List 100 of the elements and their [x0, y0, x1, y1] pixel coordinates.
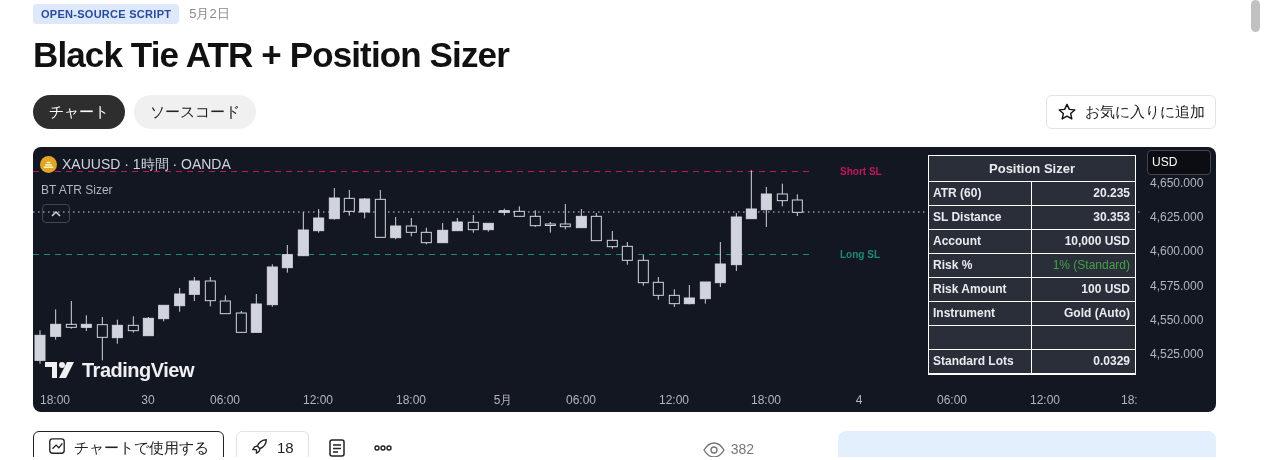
collapse-button[interactable] — [42, 204, 70, 223]
candlestick — [34, 329, 46, 365]
candlestick — [204, 276, 216, 307]
indicator-name[interactable]: BT ATR Sizer — [41, 181, 113, 199]
time-axis-label: 5月 — [493, 392, 513, 409]
star-icon — [1057, 102, 1077, 122]
candlestick — [714, 241, 726, 288]
logo-icon — [45, 361, 75, 379]
candlestick — [668, 288, 680, 308]
publish-date: 5月2日 — [189, 5, 230, 24]
candlestick — [621, 241, 633, 266]
candlestick — [343, 189, 355, 217]
candlestick — [498, 208, 510, 216]
candlestick — [250, 293, 262, 333]
candlestick — [559, 203, 571, 230]
time-axis-label: 12:00 — [1030, 392, 1060, 409]
candlestick — [683, 284, 695, 305]
candlestick — [529, 209, 541, 228]
table-cell: Standard Lots — [929, 350, 1032, 373]
candlestick — [606, 230, 618, 250]
chevron-up-icon — [51, 210, 61, 217]
time-axis-label: 06:00 — [566, 392, 596, 409]
candlestick — [482, 222, 494, 233]
table-title: Position Sizer — [929, 156, 1135, 182]
candlestick — [328, 187, 340, 221]
candlestick — [142, 316, 154, 337]
table-cell-text: 100 USD — [1080, 281, 1131, 298]
price-axis-label: 4,600.000 — [1150, 244, 1204, 259]
candlestick — [513, 205, 525, 217]
time-axis-label: 12:00 — [303, 392, 333, 409]
candlestick — [96, 316, 108, 361]
table-cell-text: 10,000 USD — [1063, 233, 1131, 250]
candlestick — [405, 217, 417, 237]
time-axis-label: 18: — [1121, 392, 1138, 409]
candlestick — [50, 308, 62, 341]
time-axis-label: 18:00 — [396, 392, 426, 409]
time-axis-label: 30 — [141, 392, 155, 409]
time-axis-label: 18:00 — [40, 392, 70, 409]
candlestick — [544, 221, 556, 234]
candlestick — [590, 212, 602, 242]
candlestick — [359, 197, 371, 219]
candlestick — [420, 227, 432, 245]
candlestick — [730, 212, 742, 272]
level-label: Long SL — [840, 250, 880, 260]
table-cell: Account — [929, 230, 1032, 253]
coin-icon — [40, 156, 57, 173]
price-axis-label: 4,525.000 — [1150, 347, 1204, 361]
table-cell: Risk Amount — [929, 278, 1032, 301]
candlestick — [65, 300, 77, 330]
candlestick — [637, 254, 649, 287]
table-cell-text: 20.235 — [1092, 185, 1131, 202]
candlestick — [127, 315, 139, 334]
price-axis-label: 4,550.000 — [1150, 312, 1204, 327]
time-axis-label: 06:00 — [210, 392, 240, 409]
candlestick — [158, 304, 170, 322]
eye-icon — [702, 441, 725, 457]
logo-text: TradingView — [82, 358, 194, 383]
candlestick — [297, 211, 309, 257]
rocket-icon — [251, 437, 269, 455]
candlestick — [437, 222, 449, 244]
symbol-title[interactable]: XAUUSD · 1時間 · OANDA — [62, 154, 231, 175]
table-cell-text: Gold (Auto) — [1063, 305, 1131, 322]
list-icon[interactable] — [326, 438, 347, 457]
tab[interactable]: ソースコード — [134, 95, 256, 129]
table-cell-text: 1% (Standard) — [1051, 257, 1131, 274]
candlestick — [699, 281, 711, 305]
time-axis-label: 06:00 — [937, 392, 967, 409]
candlestick — [235, 310, 247, 333]
candlestick — [188, 276, 200, 302]
candlestick — [791, 193, 803, 217]
candlestick — [266, 263, 278, 308]
price-axis-label: 4,625.000 — [1150, 210, 1204, 225]
candlestick — [467, 214, 479, 234]
tab[interactable]: チャート — [33, 95, 125, 129]
candlestick — [760, 186, 772, 228]
time-axis-label: 4 — [855, 392, 863, 409]
candlestick — [652, 276, 664, 301]
add-to-favorites-button[interactable]: お気に入りに追加 — [1046, 95, 1216, 129]
boost-button[interactable]: 18 — [236, 431, 309, 457]
candlestick — [80, 314, 92, 332]
table-cell-text: 0.0329 — [1092, 353, 1131, 370]
level-label: Short SL — [840, 167, 882, 177]
use-on-chart-button[interactable]: チャートで使用する — [33, 431, 224, 457]
candlestick — [575, 208, 587, 229]
time-axis-label: 18:00 — [751, 392, 781, 409]
scrollbar-thumb[interactable] — [1251, 0, 1260, 32]
table-cell: Instrument — [929, 302, 1032, 325]
candlestick — [174, 287, 186, 313]
currency-selector[interactable]: USD — [1147, 150, 1211, 175]
price-axis-label: 4,575.000 — [1150, 278, 1204, 293]
candlestick — [111, 319, 123, 345]
script-title: Black Tie ATR + Position Sizer — [33, 34, 511, 76]
time-axis-label: 12:00 — [659, 392, 689, 409]
table-cell-text: 30.353 — [1092, 209, 1131, 226]
candlestick — [390, 216, 402, 240]
chart-panel[interactable] — [33, 147, 1216, 412]
price-axis-label: 4,650.000 — [1150, 176, 1204, 190]
view-count: 382 — [730, 440, 755, 457]
chart-icon — [48, 437, 66, 455]
candlestick — [745, 169, 757, 220]
